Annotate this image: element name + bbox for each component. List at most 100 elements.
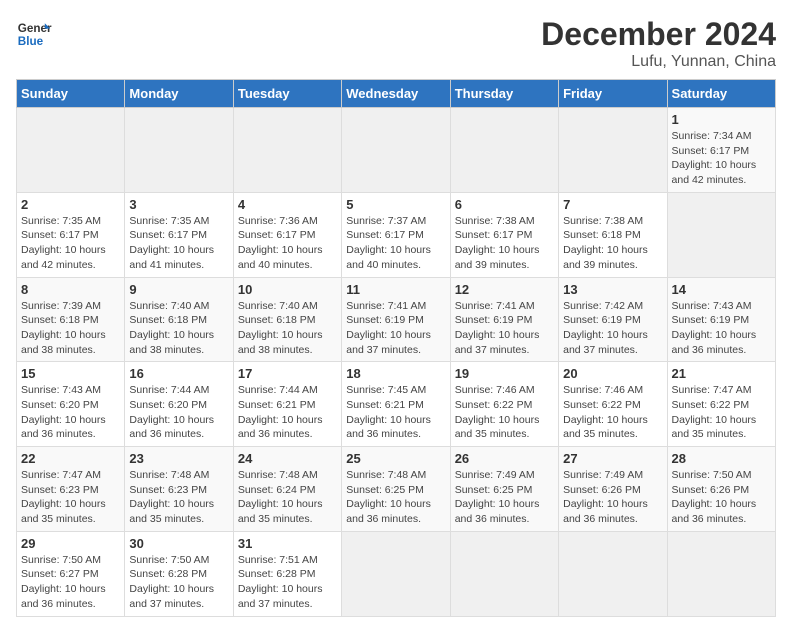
empty-cell bbox=[559, 108, 667, 193]
day-cell-20: 20 Sunrise: 7:46 AMSunset: 6:22 PMDayligh… bbox=[559, 362, 667, 447]
day-info: Sunrise: 7:48 AMSunset: 6:25 PMDaylight:… bbox=[346, 468, 445, 527]
day-number: 30 bbox=[129, 536, 228, 551]
day-cell-6: 6Sunrise: 7:38 AMSunset: 6:17 PMDaylight… bbox=[450, 192, 558, 277]
page-subtitle: Lufu, Yunnan, China bbox=[541, 53, 776, 71]
day-info: Sunrise: 7:43 AMSunset: 6:20 PMDaylight:… bbox=[21, 383, 120, 442]
day-number: 27 bbox=[563, 451, 662, 466]
day-number: 31 bbox=[238, 536, 337, 551]
calendar-table: SundayMondayTuesdayWednesdayThursdayFrid… bbox=[16, 79, 776, 617]
day-cell-15: 15 Sunrise: 7:43 AMSunset: 6:20 PMDayligh… bbox=[17, 362, 125, 447]
calendar-header-row: SundayMondayTuesdayWednesdayThursdayFrid… bbox=[17, 80, 776, 108]
logo-icon: General Blue bbox=[16, 16, 52, 52]
day-number: 11 bbox=[346, 282, 445, 297]
day-number: 2 bbox=[21, 197, 120, 212]
day-info: Sunrise: 7:34 AMSunset: 6:17 PMDaylight:… bbox=[672, 129, 771, 188]
day-number: 3 bbox=[129, 197, 228, 212]
day-info: Sunrise: 7:36 AMSunset: 6:17 PMDaylight:… bbox=[238, 214, 337, 273]
day-header-sunday: Sunday bbox=[17, 80, 125, 108]
day-cell-8: 8Sunrise: 7:39 AMSunset: 6:18 PMDaylight… bbox=[17, 277, 125, 362]
empty-cell bbox=[667, 192, 775, 277]
day-number: 14 bbox=[672, 282, 771, 297]
empty-cell bbox=[450, 108, 558, 193]
empty-cell bbox=[450, 531, 558, 616]
day-cell-25: 25 Sunrise: 7:48 AMSunset: 6:25 PMDayligh… bbox=[342, 447, 450, 532]
day-info: Sunrise: 7:44 AMSunset: 6:21 PMDaylight:… bbox=[238, 383, 337, 442]
day-number: 6 bbox=[455, 197, 554, 212]
day-info: Sunrise: 7:47 AMSunset: 6:23 PMDaylight:… bbox=[21, 468, 120, 527]
calendar-week-5: 22Sunrise: 7:47 AMSunset: 6:23 PMDayligh… bbox=[17, 447, 776, 532]
day-info: Sunrise: 7:39 AMSunset: 6:18 PMDaylight:… bbox=[21, 299, 120, 358]
day-info: Sunrise: 7:43 AMSunset: 6:19 PMDaylight:… bbox=[672, 299, 771, 358]
empty-cell bbox=[342, 531, 450, 616]
day-cell-31: 31 Sunrise: 7:51 AMSunset: 6:28 PMDayligh… bbox=[233, 531, 341, 616]
day-number: 10 bbox=[238, 282, 337, 297]
day-cell-22: 22Sunrise: 7:47 AMSunset: 6:23 PMDayligh… bbox=[17, 447, 125, 532]
calendar-week-4: 15 Sunrise: 7:43 AMSunset: 6:20 PMDayligh… bbox=[17, 362, 776, 447]
day-cell-9: 9 Sunrise: 7:40 AMSunset: 6:18 PMDaylight… bbox=[125, 277, 233, 362]
day-cell-1: 1 Sunrise: 7:34 AMSunset: 6:17 PMDaylight… bbox=[667, 108, 775, 193]
day-header-saturday: Saturday bbox=[667, 80, 775, 108]
day-cell-7: 7 Sunrise: 7:38 AMSunset: 6:18 PMDaylight… bbox=[559, 192, 667, 277]
day-info: Sunrise: 7:44 AMSunset: 6:20 PMDaylight:… bbox=[129, 383, 228, 442]
day-number: 20 bbox=[563, 366, 662, 381]
day-header-monday: Monday bbox=[125, 80, 233, 108]
day-info: Sunrise: 7:50 AMSunset: 6:28 PMDaylight:… bbox=[129, 553, 228, 612]
page-title: December 2024 bbox=[541, 16, 776, 53]
day-header-thursday: Thursday bbox=[450, 80, 558, 108]
day-info: Sunrise: 7:48 AMSunset: 6:24 PMDaylight:… bbox=[238, 468, 337, 527]
calendar-week-3: 8Sunrise: 7:39 AMSunset: 6:18 PMDaylight… bbox=[17, 277, 776, 362]
logo: General Blue bbox=[16, 16, 52, 52]
day-number: 4 bbox=[238, 197, 337, 212]
day-number: 28 bbox=[672, 451, 771, 466]
day-info: Sunrise: 7:46 AMSunset: 6:22 PMDaylight:… bbox=[455, 383, 554, 442]
day-info: Sunrise: 7:48 AMSunset: 6:23 PMDaylight:… bbox=[129, 468, 228, 527]
svg-text:Blue: Blue bbox=[18, 35, 44, 48]
day-header-wednesday: Wednesday bbox=[342, 80, 450, 108]
day-info: Sunrise: 7:41 AMSunset: 6:19 PMDaylight:… bbox=[346, 299, 445, 358]
day-cell-17: 17 Sunrise: 7:44 AMSunset: 6:21 PMDayligh… bbox=[233, 362, 341, 447]
day-cell-29: 29Sunrise: 7:50 AMSunset: 6:27 PMDayligh… bbox=[17, 531, 125, 616]
day-cell-4: 4 Sunrise: 7:36 AMSunset: 6:17 PMDaylight… bbox=[233, 192, 341, 277]
empty-cell bbox=[17, 108, 125, 193]
day-cell-5: 5Sunrise: 7:37 AMSunset: 6:17 PMDaylight… bbox=[342, 192, 450, 277]
day-cell-19: 19Sunrise: 7:46 AMSunset: 6:22 PMDayligh… bbox=[450, 362, 558, 447]
day-header-tuesday: Tuesday bbox=[233, 80, 341, 108]
day-number: 25 bbox=[346, 451, 445, 466]
empty-cell bbox=[559, 531, 667, 616]
calendar-week-1: 1 Sunrise: 7:34 AMSunset: 6:17 PMDaylight… bbox=[17, 108, 776, 193]
day-info: Sunrise: 7:46 AMSunset: 6:22 PMDaylight:… bbox=[563, 383, 662, 442]
day-info: Sunrise: 7:40 AMSunset: 6:18 PMDaylight:… bbox=[129, 299, 228, 358]
day-number: 18 bbox=[346, 366, 445, 381]
day-info: Sunrise: 7:45 AMSunset: 6:21 PMDaylight:… bbox=[346, 383, 445, 442]
day-info: Sunrise: 7:40 AMSunset: 6:18 PMDaylight:… bbox=[238, 299, 337, 358]
day-cell-30: 30 Sunrise: 7:50 AMSunset: 6:28 PMDayligh… bbox=[125, 531, 233, 616]
empty-cell bbox=[125, 108, 233, 193]
day-info: Sunrise: 7:49 AMSunset: 6:25 PMDaylight:… bbox=[455, 468, 554, 527]
day-cell-10: 10 Sunrise: 7:40 AMSunset: 6:18 PMDayligh… bbox=[233, 277, 341, 362]
day-cell-16: 16Sunrise: 7:44 AMSunset: 6:20 PMDayligh… bbox=[125, 362, 233, 447]
day-cell-28: 28 Sunrise: 7:50 AMSunset: 6:26 PMDayligh… bbox=[667, 447, 775, 532]
day-cell-18: 18 Sunrise: 7:45 AMSunset: 6:21 PMDayligh… bbox=[342, 362, 450, 447]
day-info: Sunrise: 7:37 AMSunset: 6:17 PMDaylight:… bbox=[346, 214, 445, 273]
day-number: 17 bbox=[238, 366, 337, 381]
day-number: 1 bbox=[672, 112, 771, 127]
day-cell-26: 26Sunrise: 7:49 AMSunset: 6:25 PMDayligh… bbox=[450, 447, 558, 532]
day-cell-27: 27 Sunrise: 7:49 AMSunset: 6:26 PMDayligh… bbox=[559, 447, 667, 532]
day-cell-13: 13Sunrise: 7:42 AMSunset: 6:19 PMDayligh… bbox=[559, 277, 667, 362]
day-cell-24: 24 Sunrise: 7:48 AMSunset: 6:24 PMDayligh… bbox=[233, 447, 341, 532]
day-info: Sunrise: 7:35 AMSunset: 6:17 PMDaylight:… bbox=[129, 214, 228, 273]
day-info: Sunrise: 7:51 AMSunset: 6:28 PMDaylight:… bbox=[238, 553, 337, 612]
day-info: Sunrise: 7:42 AMSunset: 6:19 PMDaylight:… bbox=[563, 299, 662, 358]
day-info: Sunrise: 7:41 AMSunset: 6:19 PMDaylight:… bbox=[455, 299, 554, 358]
day-number: 21 bbox=[672, 366, 771, 381]
day-info: Sunrise: 7:38 AMSunset: 6:18 PMDaylight:… bbox=[563, 214, 662, 273]
empty-cell bbox=[667, 531, 775, 616]
day-number: 9 bbox=[129, 282, 228, 297]
day-info: Sunrise: 7:49 AMSunset: 6:26 PMDaylight:… bbox=[563, 468, 662, 527]
day-cell-2: 2Sunrise: 7:35 AMSunset: 6:17 PMDaylight… bbox=[17, 192, 125, 277]
day-number: 24 bbox=[238, 451, 337, 466]
day-number: 15 bbox=[21, 366, 120, 381]
day-info: Sunrise: 7:50 AMSunset: 6:26 PMDaylight:… bbox=[672, 468, 771, 527]
day-number: 7 bbox=[563, 197, 662, 212]
calendar-week-6: 29Sunrise: 7:50 AMSunset: 6:27 PMDayligh… bbox=[17, 531, 776, 616]
